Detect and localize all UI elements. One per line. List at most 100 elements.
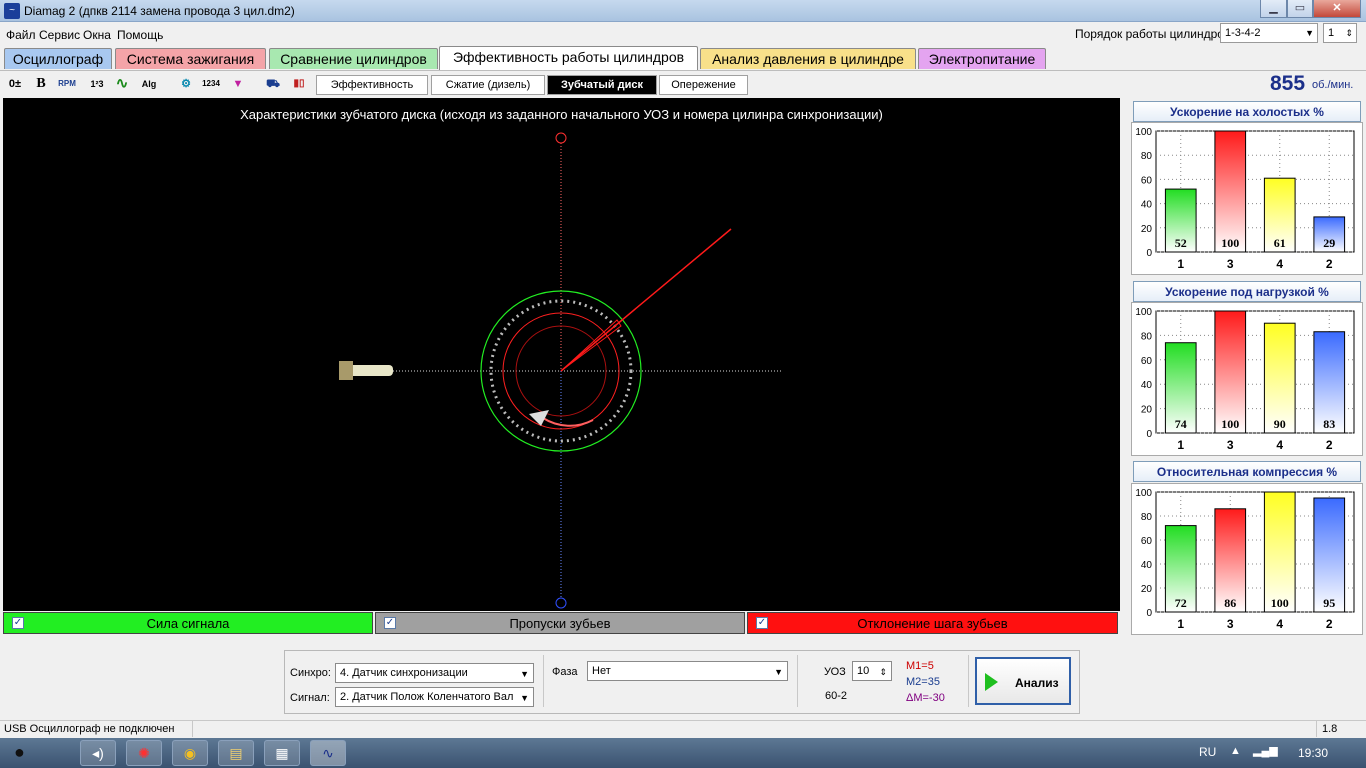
- legend-tooth-step-deviation[interactable]: ✓ Отклонение шага зубьев: [747, 612, 1118, 634]
- chart2-title: Ускорение под нагрузкой %: [1133, 281, 1361, 302]
- y-tick-label: 0: [1146, 608, 1152, 619]
- menu-help[interactable]: Помощь: [117, 28, 163, 42]
- x-tick-label: 4: [1276, 617, 1283, 631]
- bar: [1263, 491, 1296, 613]
- phase-label: Фаза: [552, 666, 578, 678]
- bar-value-label: 74: [1175, 417, 1187, 431]
- browser-icon[interactable]: ◉: [172, 740, 208, 766]
- bar-value-label: 86: [1224, 596, 1236, 610]
- rotation-arrow-icon: [529, 410, 549, 426]
- menu-service[interactable]: Сервис: [39, 28, 80, 42]
- tray-arrow-icon[interactable]: ▲: [1230, 745, 1241, 757]
- spin-arrows-icon: ⇕: [1345, 28, 1353, 38]
- zero-offset-icon[interactable]: 0±: [4, 73, 26, 95]
- chart2-panel: 0 20 40 60 80 100 74 1 100 3 90 4 83 2: [1131, 302, 1363, 456]
- status-text: USB Осциллограф не подключен: [4, 723, 175, 735]
- tab-cylinder-efficiency[interactable]: Эффективность работы цилиндров: [439, 46, 698, 70]
- volume-icon[interactable]: ◂): [80, 740, 116, 766]
- app-red-icon[interactable]: ✺: [126, 740, 162, 766]
- close-button[interactable]: ✕: [1313, 0, 1361, 18]
- uoz-value: 10: [857, 665, 870, 677]
- language-indicator[interactable]: RU: [1199, 745, 1216, 759]
- legend-tooth-gaps-label: Пропуски зубьев: [509, 616, 611, 631]
- bold-icon[interactable]: B: [30, 73, 52, 95]
- bar-value-label: 100: [1221, 417, 1239, 431]
- folder-icon[interactable]: ▤: [218, 740, 254, 766]
- x-tick-label: 2: [1326, 438, 1333, 452]
- checkbox-icon[interactable]: ✓: [384, 617, 396, 629]
- x-tick-label: 3: [1227, 257, 1234, 271]
- menu-file[interactable]: Файл: [6, 28, 36, 42]
- legend-tooth-gaps[interactable]: ✓ Пропуски зубьев: [375, 612, 745, 634]
- chevron-down-icon: ▼: [774, 667, 783, 677]
- tab-power-supply[interactable]: Электропитание: [918, 48, 1046, 69]
- y-tick-label: 20: [1141, 584, 1153, 595]
- x-tick-label: 3: [1227, 438, 1234, 452]
- rpm-gauge-icon[interactable]: RPM: [56, 73, 78, 95]
- diamag-task-icon[interactable]: ∿: [310, 740, 346, 766]
- tab-pressure-analysis[interactable]: Анализ давления в цилиндре: [700, 48, 916, 69]
- cylinder-order-select[interactable]: 1-3-4-2 ▼: [1220, 23, 1318, 43]
- cars-icon[interactable]: ⛟: [262, 73, 284, 95]
- clock[interactable]: 19:30: [1298, 746, 1328, 760]
- subtab-toothed-disk[interactable]: Зубчатый диск: [547, 75, 657, 95]
- menu-windows[interactable]: Окна: [83, 28, 111, 42]
- x-tick-label: 4: [1276, 438, 1283, 452]
- bar-value-label: 100: [1221, 236, 1239, 250]
- sync-select[interactable]: 4. Датчик синхронизации ▼: [335, 663, 534, 683]
- numbered-list-icon[interactable]: 1²3: [86, 73, 108, 95]
- minimize-button[interactable]: ▁: [1260, 0, 1287, 18]
- subtab-efficiency[interactable]: Эффективность: [316, 75, 428, 95]
- tab-ignition[interactable]: Система зажигания: [115, 48, 266, 69]
- tab-cylinder-compare[interactable]: Сравнение цилиндров: [269, 48, 438, 69]
- rotation-arc: [542, 417, 594, 427]
- window-title: Diamag 2 (дпкв 2114 замена провода 3 цил…: [24, 4, 295, 18]
- cylinder-spin[interactable]: 1 ⇕: [1323, 23, 1357, 43]
- vertical-splitter[interactable]: [1121, 100, 1129, 610]
- legend-signal-strength[interactable]: ✓ Сила сигнала: [3, 612, 373, 634]
- bar-value-label: 83: [1323, 417, 1335, 431]
- bar-value-label: 61: [1274, 236, 1286, 250]
- x-tick-label: 4: [1276, 257, 1283, 271]
- checkbox-icon[interactable]: ✓: [12, 617, 24, 629]
- bar-value-label: 52: [1175, 236, 1187, 250]
- chart2-svg: 0 20 40 60 80 100 74 1 100 3 90 4 83 2: [1135, 307, 1355, 452]
- x-tick-label: 2: [1326, 617, 1333, 631]
- version-text: 1.8: [1322, 723, 1338, 735]
- sync-label: Синхро:: [290, 667, 331, 679]
- y-tick-label: 80: [1141, 151, 1153, 162]
- maximize-button[interactable]: ▭: [1287, 0, 1313, 18]
- status-divider: [192, 721, 193, 737]
- subtab-advance[interactable]: Опережение: [659, 75, 748, 95]
- subtab-compression-diesel[interactable]: Сжатие (дизель): [431, 75, 545, 95]
- bar-value-label: 90: [1274, 417, 1286, 431]
- chart3-title: Относительная компрессия %: [1133, 461, 1361, 482]
- bar: [1214, 310, 1247, 434]
- phase-select[interactable]: Нет ▼: [587, 661, 788, 681]
- chart1-svg: 0 20 40 60 80 100 52 1 100 3 61 4 29 2: [1135, 127, 1355, 271]
- sequence-1234-icon[interactable]: 1234: [200, 73, 222, 95]
- signal-select[interactable]: 2. Датчик Полож Коленчатого Вал ▼: [335, 687, 534, 707]
- y-tick-label: 100: [1135, 307, 1152, 318]
- y-tick-label: 80: [1141, 331, 1153, 342]
- device-icon[interactable]: ▦: [264, 740, 300, 766]
- y-tick-label: 40: [1141, 200, 1153, 211]
- bar-chart-icon[interactable]: ▮▯: [288, 73, 310, 95]
- x-tick-label: 1: [1177, 257, 1184, 271]
- checkbox-icon[interactable]: ✓: [756, 617, 768, 629]
- tab-oscilloscope[interactable]: Осциллограф: [4, 48, 112, 69]
- top-marker: [555, 132, 567, 144]
- y-tick-label: 20: [1141, 224, 1153, 235]
- analyze-button[interactable]: Анализ: [975, 657, 1071, 705]
- play-icon: [985, 673, 998, 691]
- network-icon[interactable]: ⚙: [175, 73, 197, 95]
- line-chart-icon[interactable]: ∿: [111, 73, 133, 95]
- x-tick-label: 3: [1227, 617, 1234, 631]
- filter-icon[interactable]: ▼: [227, 73, 249, 95]
- status-bar: [0, 720, 1366, 738]
- algorithm-icon[interactable]: Alg: [138, 73, 160, 95]
- start-icon[interactable]: ●: [14, 742, 40, 764]
- uoz-spinner[interactable]: 10 ⇕: [852, 661, 892, 681]
- chevron-down-icon: ▼: [520, 669, 529, 679]
- signal-bars-icon[interactable]: ▂▄▆: [1253, 744, 1278, 757]
